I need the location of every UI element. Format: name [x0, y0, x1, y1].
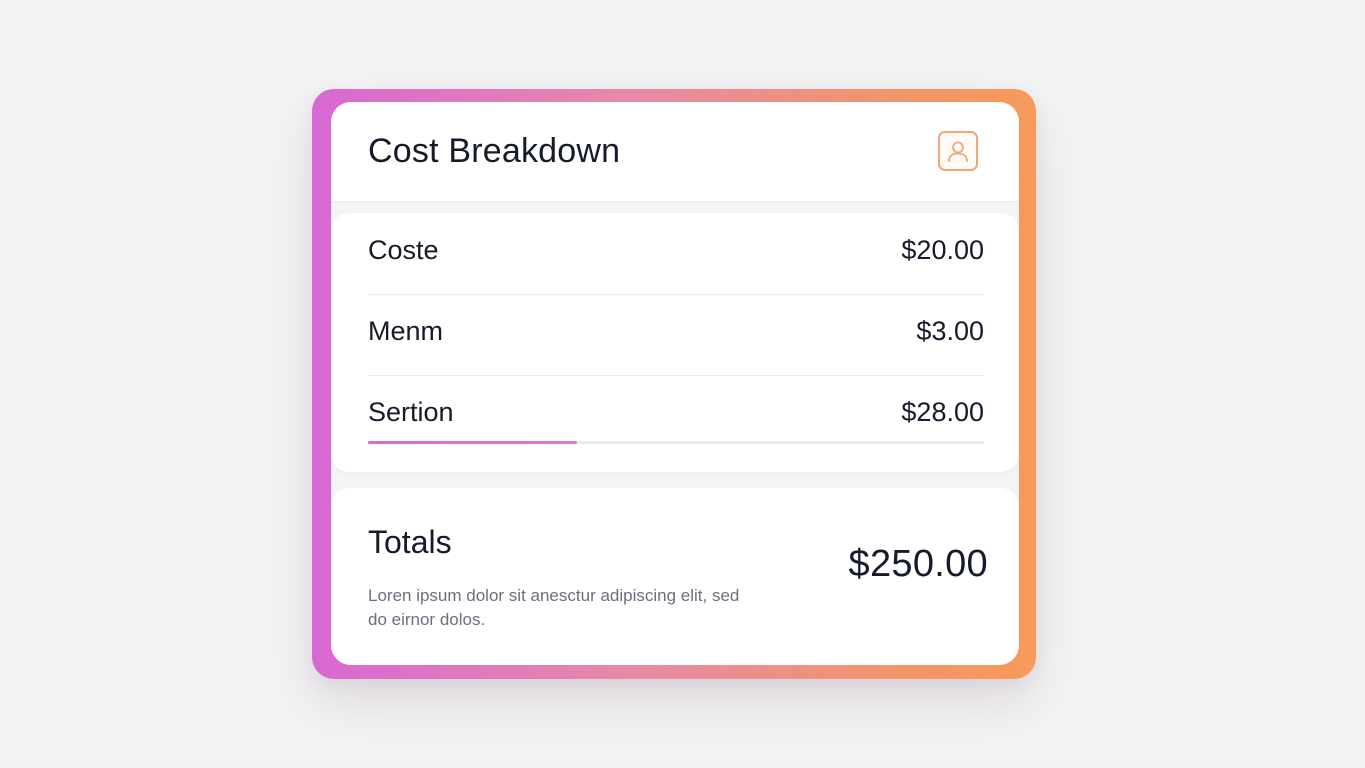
- cost-item-row[interactable]: Coste $20.00: [368, 213, 984, 295]
- totals-card: Totals $250.00 Loren ipsum dolor sit ane…: [331, 488, 1019, 665]
- cost-item-value: $3.00: [916, 316, 984, 346]
- cost-breakdown-frame: Cost Breakdown Coste $20.00 Menm $3.00 S…: [312, 89, 1036, 679]
- totals-label: Totals: [368, 524, 452, 560]
- cost-item-label: Menm: [368, 316, 444, 346]
- cost-breakdown-panel: Cost Breakdown Coste $20.00 Menm $3.00 S…: [331, 102, 1019, 665]
- page-title: Cost Breakdown: [368, 132, 621, 170]
- cost-item-label: Coste: [368, 235, 439, 265]
- cost-item-value: $28.00: [901, 397, 984, 427]
- totals-value: $250.00: [848, 543, 988, 585]
- progress-track: [368, 441, 984, 444]
- progress-fill: [368, 441, 578, 444]
- cost-item-value: $20.00: [901, 235, 984, 265]
- totals-description: Loren ipsum dolor sit anesctur adipiscin…: [368, 586, 740, 629]
- cost-item-label: Sertion: [368, 397, 454, 427]
- user-icon: [948, 141, 968, 162]
- panel-header: Cost Breakdown: [331, 102, 1019, 202]
- profile-button[interactable]: [938, 131, 978, 171]
- cost-items-card: Coste $20.00 Menm $3.00 Sertion $28.00: [331, 213, 1019, 472]
- page-background: Cost Breakdown Coste $20.00 Menm $3.00 S…: [0, 0, 1365, 768]
- cost-item-row[interactable]: Menm $3.00: [368, 294, 984, 376]
